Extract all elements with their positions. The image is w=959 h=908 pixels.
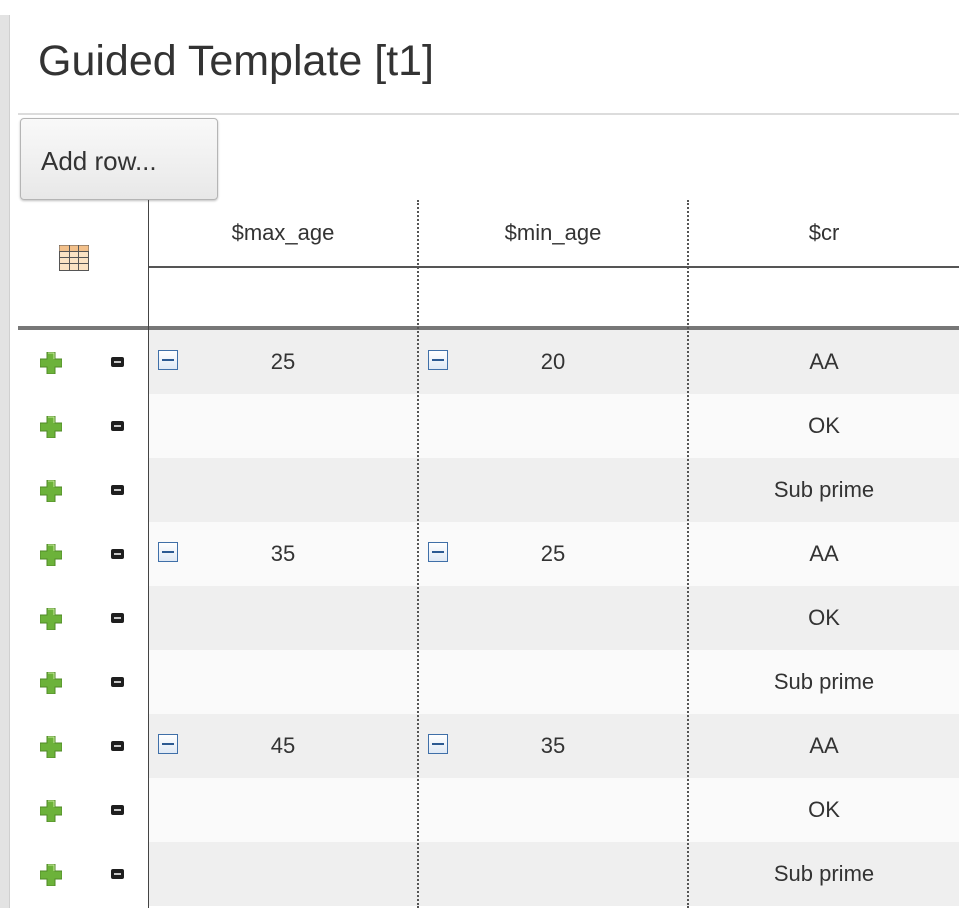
title-bar: Guided Template [t1] (18, 15, 959, 115)
add-row-icon[interactable] (40, 736, 62, 758)
column-header-cr[interactable]: $cr (689, 200, 959, 266)
cell-cr[interactable]: AA (689, 522, 959, 586)
add-row-icon[interactable] (40, 352, 62, 374)
left-panel-divider (9, 15, 10, 908)
add-row-icon[interactable] (40, 864, 62, 886)
delete-row-icon[interactable] (111, 485, 124, 495)
cell-max-age[interactable]: 45 (149, 714, 417, 778)
column-divider (417, 200, 419, 908)
cell-min-age[interactable]: 25 (419, 522, 687, 586)
header-divider (148, 266, 959, 268)
table-row: OK (18, 394, 959, 458)
cell-cr[interactable]: OK (689, 778, 959, 842)
column-divider (687, 200, 689, 908)
decision-table: $max_age $min_age $cr 25 20 AA OK Sub prime 3… (18, 200, 959, 908)
cell-cr[interactable]: OK (689, 586, 959, 650)
row-controls-divider (148, 200, 149, 908)
table-row: 35 25 AA (18, 522, 959, 586)
delete-row-icon[interactable] (111, 549, 124, 559)
table-row: Sub prime (18, 458, 959, 522)
add-row-icon[interactable] (40, 480, 62, 502)
cell-cr[interactable]: AA (689, 330, 959, 394)
delete-row-icon[interactable] (111, 677, 124, 687)
cell-cr[interactable]: AA (689, 714, 959, 778)
table-row: 45 35 AA (18, 714, 959, 778)
cell-min-age[interactable]: 35 (419, 714, 687, 778)
delete-row-icon[interactable] (111, 421, 124, 431)
table-row: Sub prime (18, 650, 959, 714)
delete-row-icon[interactable] (111, 805, 124, 815)
add-row-icon[interactable] (40, 800, 62, 822)
cell-cr[interactable]: Sub prime (689, 458, 959, 522)
column-header-min-age[interactable]: $min_age (419, 200, 687, 266)
table-grid-icon[interactable] (59, 245, 89, 271)
delete-row-icon[interactable] (111, 357, 124, 367)
table-row: Sub prime (18, 842, 959, 906)
table-row: OK (18, 778, 959, 842)
add-row-icon[interactable] (40, 416, 62, 438)
cell-min-age[interactable]: 20 (419, 330, 687, 394)
table-row: OK (18, 586, 959, 650)
delete-row-icon[interactable] (111, 869, 124, 879)
add-row-icon[interactable] (40, 608, 62, 630)
cell-max-age[interactable]: 25 (149, 330, 417, 394)
add-row-button[interactable]: Add row... (20, 118, 218, 200)
left-panel-edge (0, 15, 9, 908)
add-row-icon[interactable] (40, 544, 62, 566)
delete-row-icon[interactable] (111, 741, 124, 751)
column-header-max-age[interactable]: $max_age (149, 200, 417, 266)
cell-cr[interactable]: Sub prime (689, 650, 959, 714)
page-title: Guided Template [t1] (38, 37, 435, 85)
cell-max-age[interactable]: 35 (149, 522, 417, 586)
cell-cr[interactable]: Sub prime (689, 842, 959, 906)
add-row-icon[interactable] (40, 672, 62, 694)
delete-row-icon[interactable] (111, 613, 124, 623)
cell-cr[interactable]: OK (689, 394, 959, 458)
table-row: 25 20 AA (18, 330, 959, 394)
